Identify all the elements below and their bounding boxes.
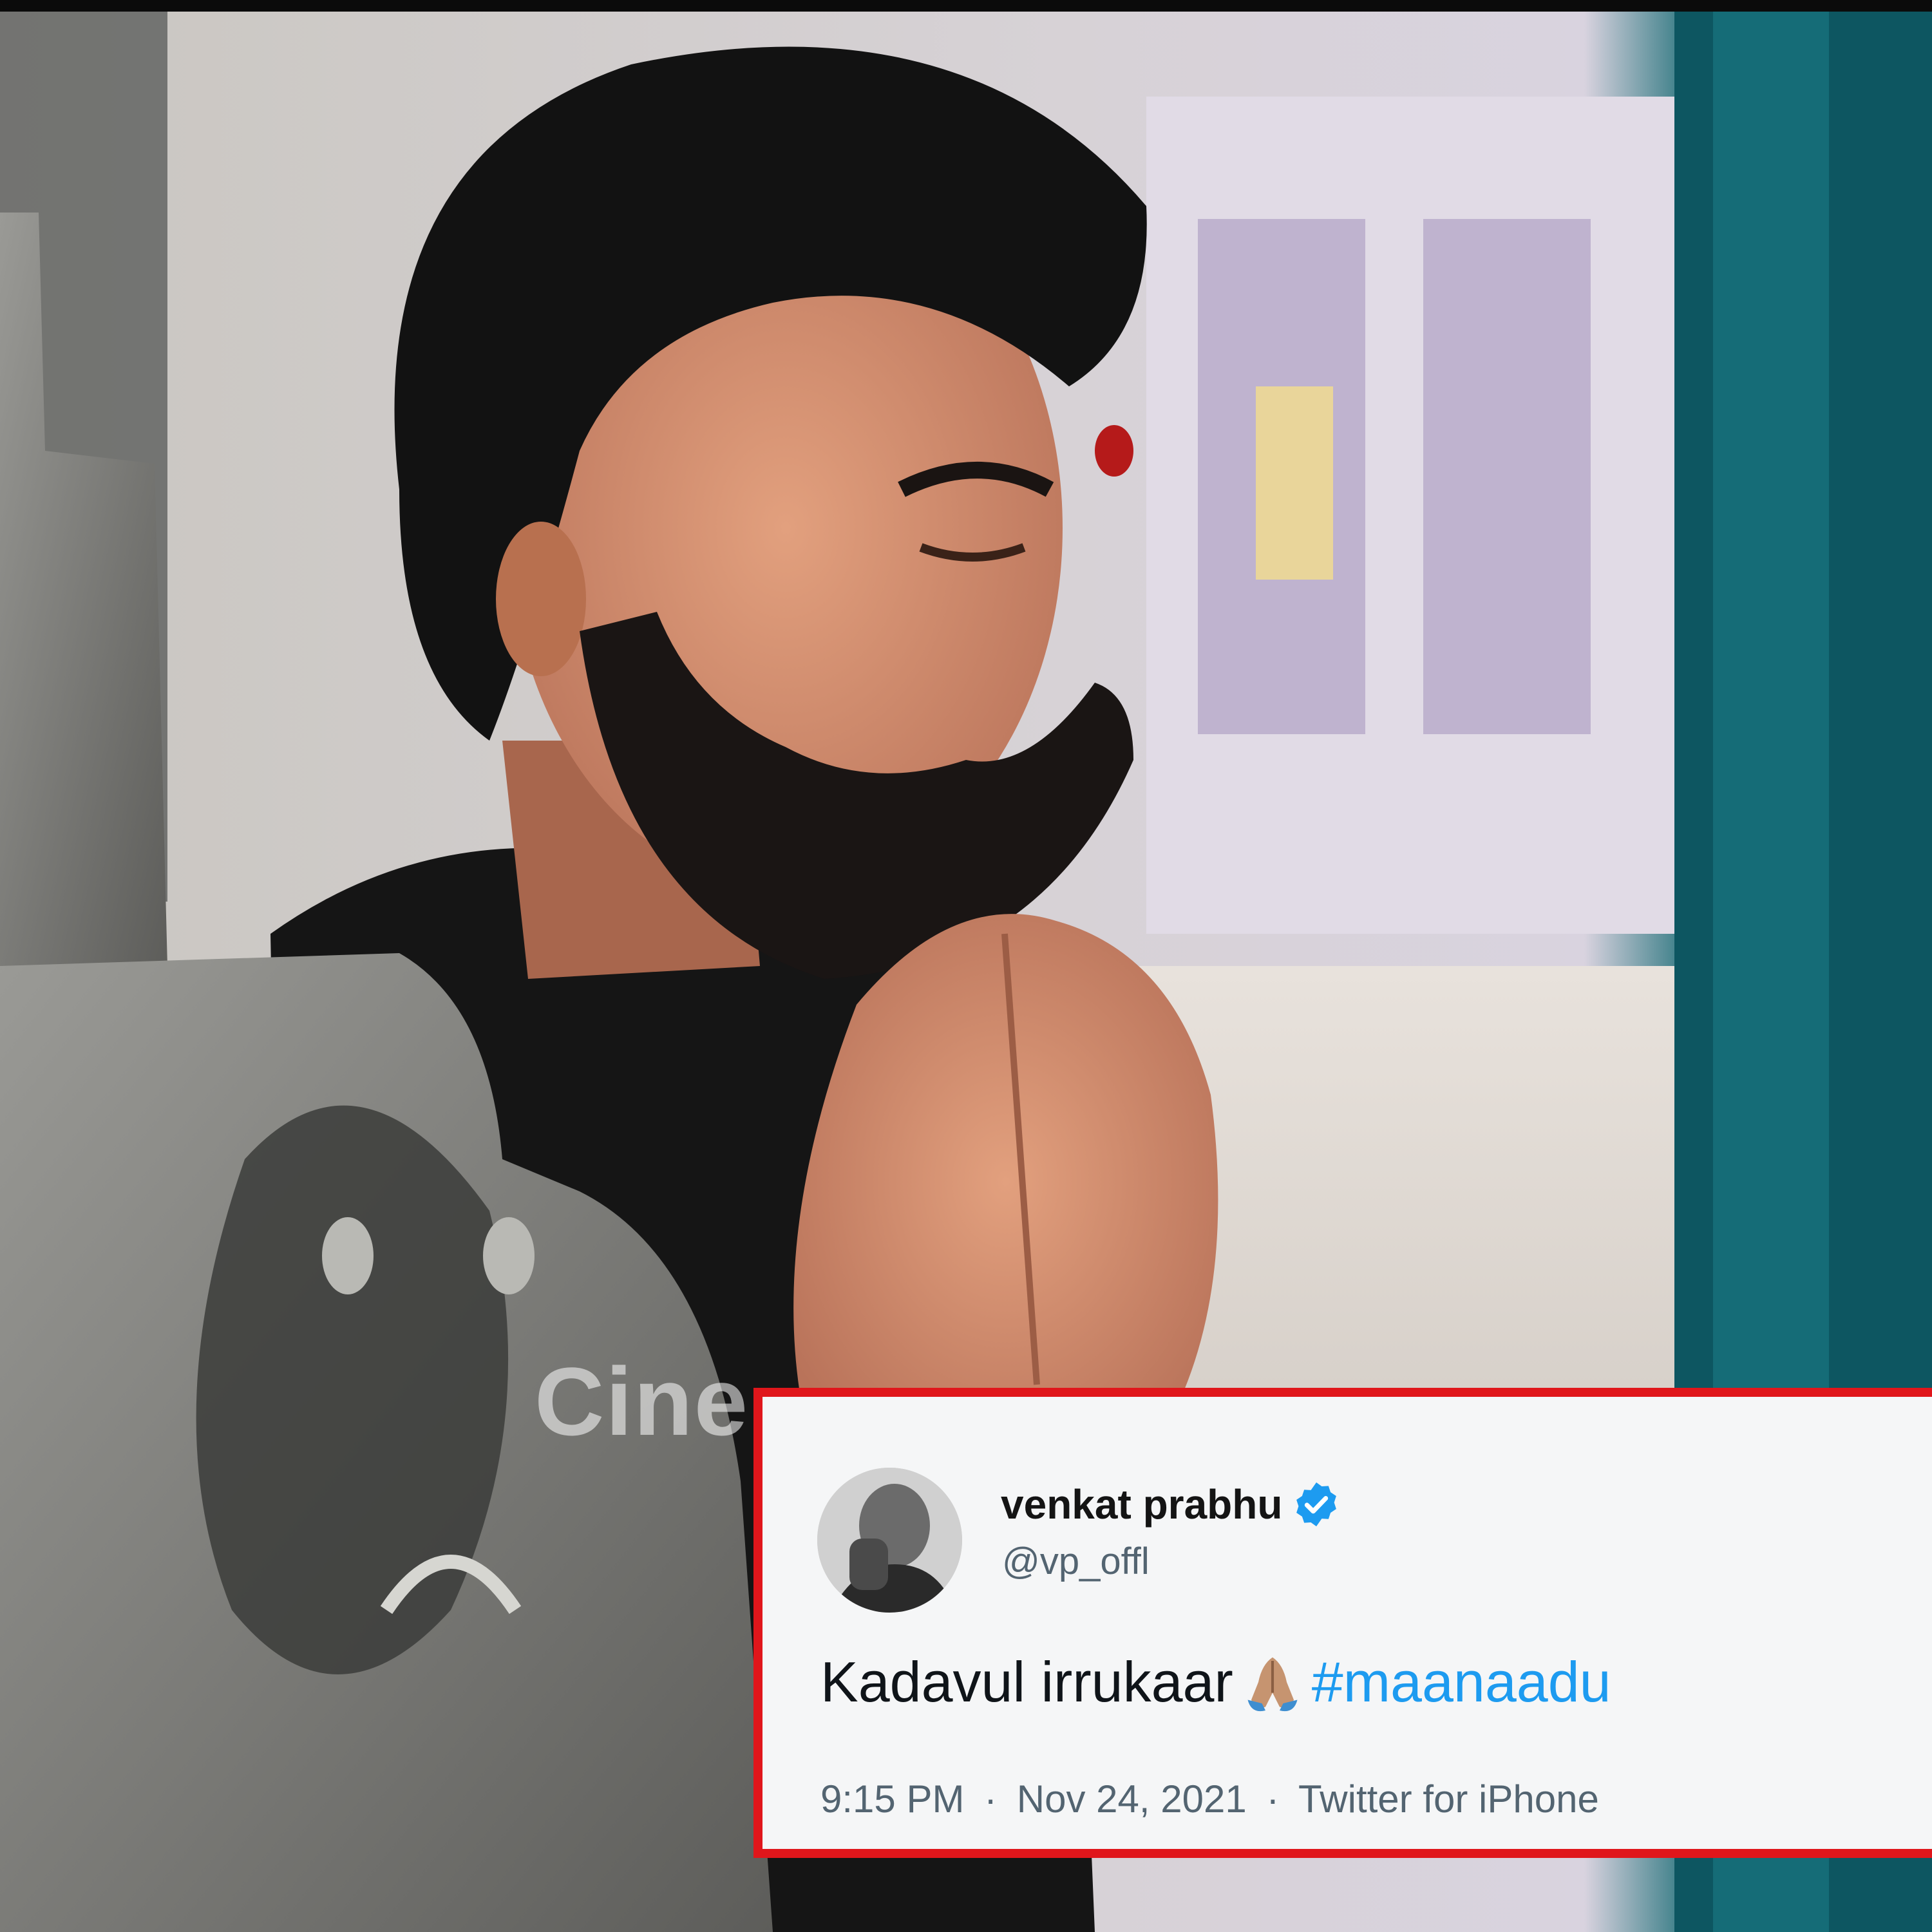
- author-name[interactable]: venkat prabhu: [1001, 1481, 1282, 1528]
- screenshot-frame: Cine venkat prabhu @vp_offl Kadavul irru…: [0, 0, 1932, 1932]
- meta-separator: ·: [984, 1777, 998, 1821]
- tweet-source[interactable]: Twitter for iPhone: [1298, 1777, 1599, 1821]
- verified-badge-icon: [1296, 1482, 1337, 1527]
- watermark-text: Cine: [535, 1347, 750, 1455]
- meta-separator: ·: [1266, 1777, 1280, 1821]
- avatar[interactable]: [817, 1468, 962, 1613]
- hashtag-link[interactable]: #maanaadu: [1312, 1649, 1611, 1715]
- tweet-time[interactable]: 9:15 PM: [820, 1777, 964, 1821]
- tweet-card[interactable]: venkat prabhu @vp_offl Kadavul irrukaar …: [753, 1388, 1932, 1858]
- tweet-text-main: Kadavul irrukaar: [820, 1650, 1233, 1714]
- tweet-text: Kadavul irrukaar #maanaadu: [820, 1647, 1611, 1718]
- author-row: venkat prabhu: [1001, 1479, 1341, 1530]
- tweet-meta: 9:15 PM · Nov 24, 2021 · Twitter for iPh…: [820, 1777, 1599, 1821]
- folded-hands-icon: [1247, 1657, 1298, 1712]
- tweet-date[interactable]: Nov 24, 2021: [1017, 1777, 1247, 1821]
- author-handle[interactable]: @vp_offl: [1002, 1540, 1150, 1583]
- avatar-image: [817, 1468, 962, 1613]
